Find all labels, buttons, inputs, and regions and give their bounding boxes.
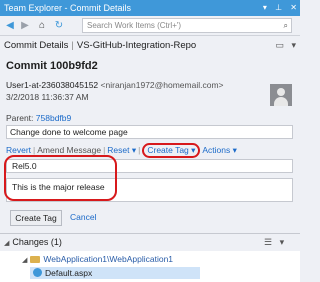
forward-arrow-icon[interactable]: ▶ [18,19,32,33]
dropdown-icon[interactable]: ▾ [263,3,267,12]
revert-link[interactable]: Revert [6,145,31,155]
folder-icon [30,256,41,263]
refresh-icon[interactable]: ↻ [52,19,66,33]
file-name: Default.aspx [45,268,93,278]
changes-controls: ☰ ▾ [259,237,299,248]
window-title: Team Explorer - Commit Details [4,3,132,13]
actions-link[interactable]: Actions [202,145,230,155]
cancel-link[interactable]: Cancel [70,212,96,222]
header-controls: ▭ ▾ [270,37,296,54]
commit-message[interactable]: Change done to welcome page [6,125,293,139]
chevron-down-icon[interactable]: ▾ [130,145,136,155]
page-title[interactable]: Commit Details [4,40,68,51]
action-separator: | [33,145,36,155]
chevron-down-icon[interactable]: ▾ [230,145,237,155]
author-email: <niranjan1972@homemail.com> [100,80,224,90]
tree-folder-row[interactable]: ◢ WebApplication1\WebApplication1 [22,254,173,264]
toolbar: ◀ ▶ ⌂ ↻ Search Work Items (Ctrl+') ⌕ [0,16,300,36]
create-tag-button[interactable]: Create Tag [10,210,62,226]
chevron-down-icon: ▾ [191,145,196,155]
filter-icon[interactable]: ▾ [280,237,285,247]
search-placeholder: Search Work Items (Ctrl+') [87,21,182,30]
changes-header[interactable]: ◢ Changes (1) ☰ ▾ [4,237,284,247]
home-icon[interactable]: ⌂ [35,19,49,33]
search-icon[interactable]: ⌕ [284,19,288,32]
title-bar: Team Explorer - Commit Details ▾ ⊥ ✕ [0,0,300,16]
create-tag-link[interactable]: Create Tag ▾ [142,143,201,158]
expand-triangle-icon[interactable]: ◢ [22,257,27,264]
annotation-highlight [4,155,117,201]
header-separator: | [71,40,74,51]
action-separator: | [138,145,141,155]
page-header: Commit Details | VS-GitHub-Integration-Rep… [0,37,300,54]
folder-path: WebApplication1\WebApplication1 [43,254,174,264]
avatar [270,84,292,106]
back-arrow-icon[interactable]: ◀ [3,19,17,33]
close-icon[interactable]: ✕ [290,3,297,12]
action-separator: | [103,145,106,155]
commit-author: User1-at-236038045152 <niranjan1972@home… [6,80,224,90]
commit-title: Commit 100b9fd2 [6,60,98,72]
create-tag-label: Create Tag [147,145,189,155]
collapse-icon[interactable]: ▭ [275,40,284,50]
author-name: User1-at-236038045152 [6,80,99,90]
web-file-icon [33,268,42,277]
changes-title: Changes (1) [12,237,62,247]
changes-tree: ◢ WebApplication1\WebApplication1 Default… [0,251,300,282]
amend-message-link[interactable]: Amend Message [37,145,101,155]
reset-link[interactable]: Reset [107,145,129,155]
commit-date: 3/2/2018 11:36:37 AM [6,92,89,102]
tree-file-row[interactable]: Default.aspx [30,267,200,279]
pin-icon[interactable]: ⊥ [275,3,282,12]
search-input[interactable]: Search Work Items (Ctrl+') ⌕ [82,18,292,33]
expand-triangle-icon[interactable]: ◢ [4,240,9,247]
section-divider [0,233,300,234]
repo-name: VS-GitHub-Integration-Repo [76,40,197,51]
parent-commit-link[interactable]: 758bdfb9 [36,113,71,123]
window-controls: ▾ ⊥ ✕ [257,0,297,16]
parent-label: Parent: [6,113,34,123]
commit-parent: Parent: 758bdfb9 [6,113,71,123]
tree-view-icon[interactable]: ☰ [264,237,272,247]
more-icon[interactable]: ▾ [291,40,296,50]
